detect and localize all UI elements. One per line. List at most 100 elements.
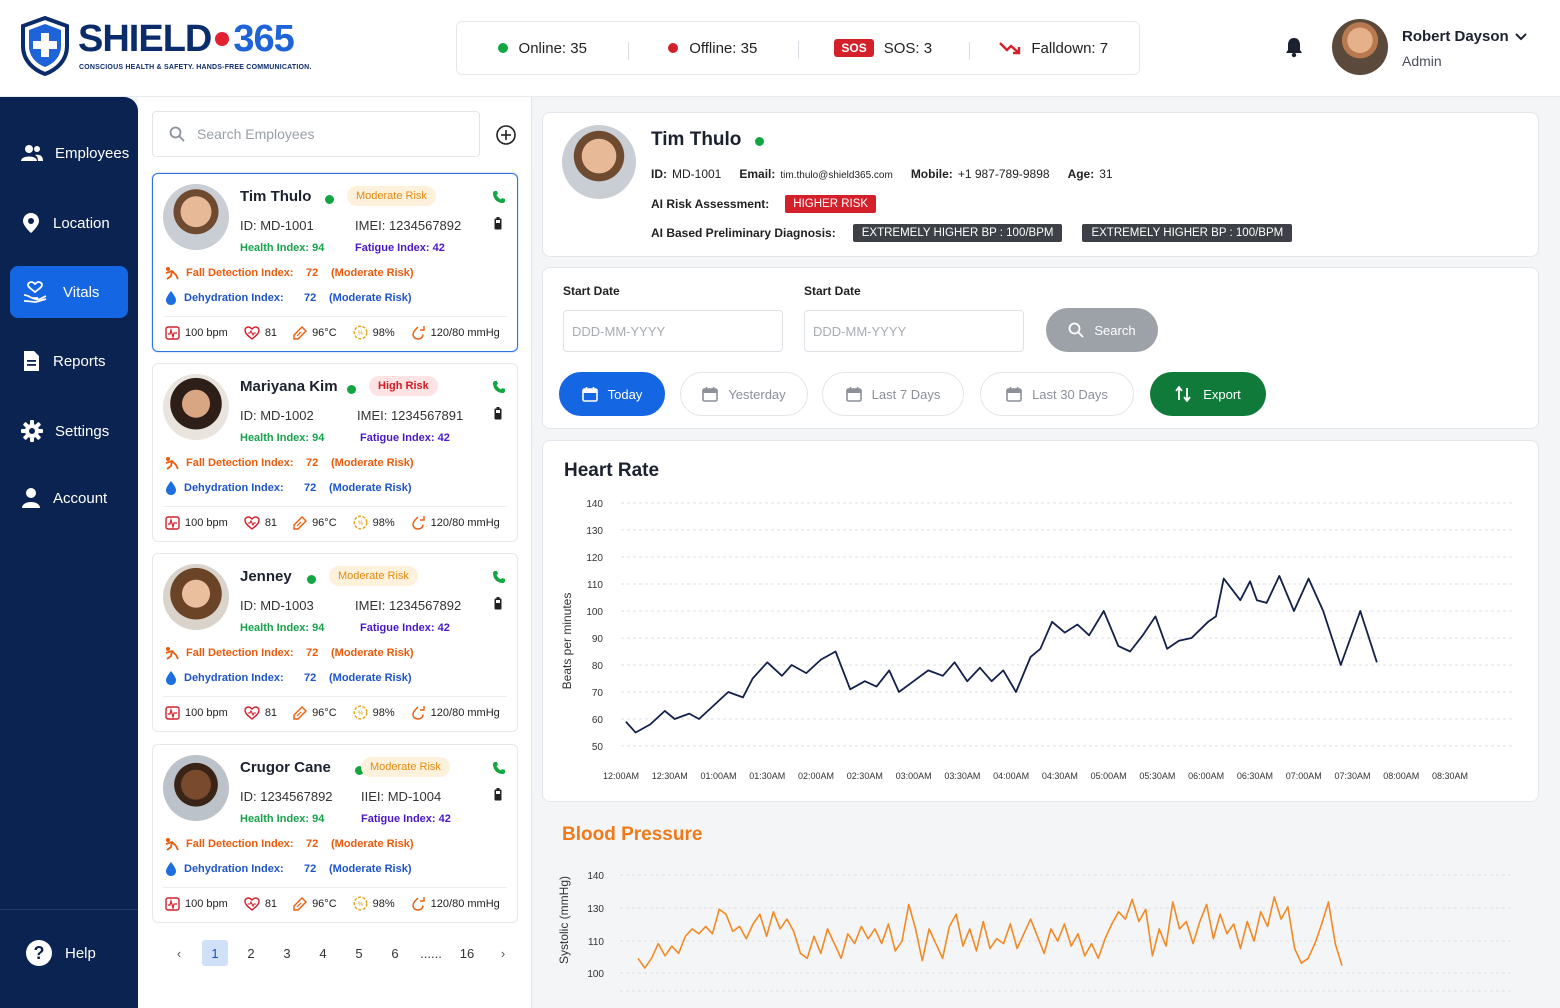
employee-card[interactable]: Tim Thulo Moderate Risk ID: MD-1001 IMEI…	[152, 173, 518, 352]
shield-logo-icon	[21, 16, 69, 76]
vital-bpm: 100 bpm	[165, 896, 228, 911]
vital-spo2: % 98%	[353, 896, 395, 911]
oxygen-icon: %	[353, 325, 368, 340]
vital-heart-value: 81	[264, 897, 278, 910]
thermometer-icon	[293, 896, 308, 911]
vital-bpm: 100 bpm	[165, 705, 228, 720]
health-index: Health Index: 94	[240, 622, 325, 634]
vital-bp-value: 120/80 mmHg	[430, 897, 500, 910]
sidebar-item-label: Account	[53, 489, 108, 507]
page-16[interactable]: 16	[454, 940, 480, 966]
phone-icon[interactable]	[492, 761, 506, 775]
employee-id: ID: 1234567892	[240, 789, 333, 804]
vitals-row: 100 bpm 81 96°C % 98% 120/80 mmHg	[165, 896, 516, 911]
ecg-monitor-icon	[165, 325, 180, 340]
blood-pressure-chart: 100 110 130 140 Systolic (mmHg)	[557, 871, 1512, 992]
fall-value: 72	[306, 267, 319, 279]
vitals-row: 100 bpm 81 96°C % 98% 120/80 mmHg	[165, 325, 516, 340]
status-offline[interactable]: Offline: 35	[627, 40, 799, 60]
svg-text:%: %	[357, 331, 363, 337]
ai-risk-label: AI Risk Assessment:	[651, 197, 770, 211]
phone-icon[interactable]	[492, 380, 506, 394]
profile-email-value[interactable]: tim.thulo@shield365.com	[780, 170, 892, 181]
brand-logo[interactable]: SHIELD 365 CONSCIOUS HEALTH & SAFETY. HAN…	[20, 16, 320, 80]
page-2[interactable]: 2	[238, 940, 264, 966]
status-sos[interactable]: SOS SOS: 3	[798, 39, 969, 59]
range-last-7-days-button[interactable]: Last 7 Days	[822, 372, 964, 416]
status-online[interactable]: Online: 35	[457, 40, 628, 57]
y-tick-label: 140	[586, 499, 603, 510]
employee-card[interactable]: Mariyana Kim High Risk ID: MD-1002 IMEI:…	[152, 363, 518, 542]
bell-icon[interactable]	[1283, 36, 1305, 58]
pagination: ‹ 1 2 3 4 5 6 ...... 16 ›	[166, 940, 526, 966]
vital-bpm: 100 bpm	[165, 325, 228, 340]
sidebar-item-label: Settings	[55, 422, 110, 440]
range-last-30-days-button[interactable]: Last 30 Days	[980, 372, 1134, 416]
range-yesterday-button[interactable]: Yesterday	[680, 372, 808, 416]
end-date-input[interactable]	[804, 310, 1024, 352]
x-tick-label: 06:00AM	[1188, 771, 1224, 781]
online-dot-icon	[497, 43, 508, 53]
employee-search[interactable]	[152, 111, 480, 157]
vital-heart: 81	[244, 515, 277, 530]
fall-label: Fall Detection Index:	[186, 457, 294, 469]
add-employee-icon[interactable]	[495, 124, 517, 146]
svg-text:%: %	[357, 902, 363, 908]
sort-arrows-icon	[1175, 386, 1191, 402]
sidebar-item-account[interactable]: Account	[10, 472, 128, 524]
start-date-input[interactable]	[563, 310, 783, 352]
sidebar-item-location[interactable]: Location	[10, 197, 128, 249]
employee-name: Mariyana Kim	[240, 378, 338, 395]
phone-icon[interactable]	[492, 570, 506, 584]
prev-page-icon[interactable]: ‹	[166, 940, 192, 966]
risk-badge: High Risk	[369, 376, 438, 396]
export-button[interactable]: Export	[1150, 372, 1266, 416]
x-tick-label: 07:30AM	[1334, 771, 1370, 781]
vitals-row: 100 bpm 81 96°C % 98% 120/80 mmHg	[165, 515, 516, 530]
y-tick-label: 140	[587, 871, 604, 882]
sidebar-item-reports[interactable]: Reports	[10, 335, 128, 387]
employee-card[interactable]: Crugor Cane Moderate Risk ID: 1234567892…	[152, 744, 518, 923]
sidebar-item-settings[interactable]: Settings	[10, 405, 128, 457]
sidebar-item-employees[interactable]: Employees	[10, 127, 129, 179]
page-1[interactable]: 1	[202, 940, 228, 966]
help-button[interactable]: ? Help	[26, 940, 96, 966]
search-button[interactable]: Search	[1046, 308, 1158, 352]
vital-spo2-value: 98%	[372, 897, 395, 910]
chevron-down-icon[interactable]	[1514, 30, 1528, 44]
status-falldown-label: Falldown: 7	[1031, 39, 1109, 57]
page-4[interactable]: 4	[310, 940, 336, 966]
user-name[interactable]: Robert Dayson	[1402, 28, 1509, 45]
range-today-button[interactable]: Today	[559, 372, 665, 416]
x-tick-label: 03:30AM	[944, 771, 980, 781]
page-5[interactable]: 5	[346, 940, 372, 966]
dehydration-value: 72	[304, 672, 317, 684]
employee-avatar	[163, 564, 229, 630]
range-label: Yesterday	[728, 386, 786, 402]
calendar-icon	[845, 387, 862, 402]
y-tick-label: 80	[592, 661, 604, 672]
next-page-icon[interactable]: ›	[490, 940, 516, 966]
employee-card[interactable]: Jenney Moderate Risk ID: MD-1003 IMEI: 1…	[152, 553, 518, 732]
search-input[interactable]	[197, 126, 457, 142]
page-6[interactable]: 6	[382, 940, 408, 966]
employee-imei: IMEI: 1234567892	[355, 598, 462, 613]
x-tick-label: 12:30AM	[652, 771, 688, 781]
health-index: Health Index: 94	[240, 432, 325, 444]
x-tick-label: 02:30AM	[847, 771, 883, 781]
thermometer-icon	[293, 705, 308, 720]
employee-name: Crugor Cane	[240, 759, 331, 776]
phone-icon[interactable]	[492, 190, 506, 204]
page-3[interactable]: 3	[274, 940, 300, 966]
vital-spo2-value: 98%	[372, 706, 395, 719]
user-avatar[interactable]	[1332, 19, 1388, 75]
x-tick-label: 05:30AM	[1139, 771, 1175, 781]
status-falldown[interactable]: Falldown: 7	[968, 39, 1140, 60]
vital-spo2: % 98%	[353, 325, 395, 340]
fall-label: Fall Detection Index:	[186, 647, 294, 659]
card-divider	[163, 506, 507, 507]
sidebar-item-vitals[interactable]: Vitals	[10, 266, 128, 318]
x-tick-label: 08:00AM	[1383, 771, 1419, 781]
dehydration-value: 72	[304, 292, 317, 304]
person-icon	[22, 488, 40, 508]
